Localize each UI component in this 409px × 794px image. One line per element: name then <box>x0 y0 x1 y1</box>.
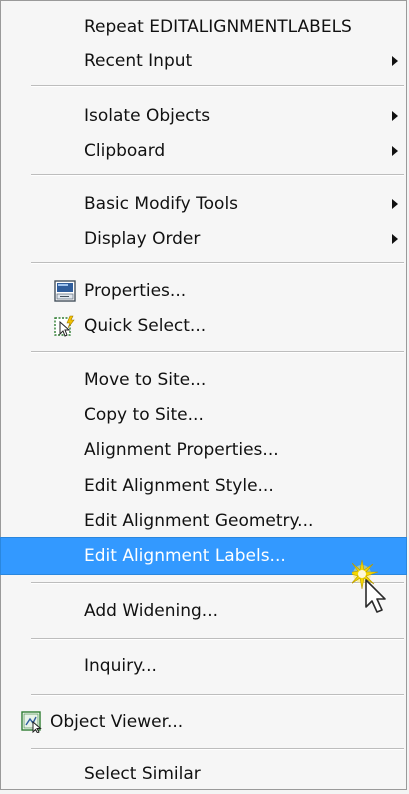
menu-item-label: Properties... <box>84 281 187 301</box>
menu-item-alignment-properties[interactable]: Alignment Properties... <box>1 430 406 470</box>
menu-item-inquiry[interactable]: Inquiry... <box>1 646 406 686</box>
menu-item-edit-alignment-labels[interactable]: Edit Alignment Labels... <box>0 537 407 575</box>
menu-item-label: Display Order <box>84 229 201 249</box>
quick-select-icon <box>54 315 76 337</box>
context-menu: Repeat EDITALIGNMENTLABELS Recent Input … <box>0 0 407 790</box>
menu-separator <box>31 262 404 264</box>
properties-icon <box>54 280 76 302</box>
menu-item-recent-input[interactable]: Recent Input <box>1 41 406 81</box>
object-viewer-icon <box>21 711 43 734</box>
menu-item-label: Edit Alignment Style... <box>84 476 274 496</box>
menu-separator <box>31 174 404 176</box>
menu-item-label: Edit Alignment Labels... <box>84 546 286 566</box>
menu-item-quick-select[interactable]: Quick Select... <box>1 306 406 346</box>
menu-item-label: Isolate Objects <box>84 106 211 126</box>
menu-item-label: Add Widening... <box>84 601 218 621</box>
menu-item-move-to-site[interactable]: Move to Site... <box>1 360 406 400</box>
menu-item-edit-alignment-geometry[interactable]: Edit Alignment Geometry... <box>1 501 406 541</box>
menu-item-label: Alignment Properties... <box>84 440 279 460</box>
menu-item-label: Basic Modify Tools <box>84 194 239 214</box>
menu-separator <box>31 85 404 87</box>
menu-item-label: Inquiry... <box>84 656 157 676</box>
menu-item-edit-alignment-style[interactable]: Edit Alignment Style... <box>1 466 406 506</box>
menu-item-label: Recent Input <box>84 51 193 71</box>
submenu-arrow-icon <box>392 56 398 66</box>
menu-item-isolate-objects[interactable]: Isolate Objects <box>1 96 406 136</box>
menu-item-label: Clipboard <box>84 141 166 161</box>
submenu-arrow-icon <box>392 111 398 121</box>
menu-separator <box>31 351 404 353</box>
menu-item-copy-to-site[interactable]: Copy to Site... <box>1 395 406 435</box>
menu-separator <box>31 582 404 584</box>
menu-separator <box>31 694 404 696</box>
menu-item-add-widening[interactable]: Add Widening... <box>1 591 406 631</box>
menu-item-label: Select Similar <box>84 764 201 784</box>
menu-item-display-order[interactable]: Display Order <box>1 219 406 259</box>
menu-item-select-similar[interactable]: Select Similar <box>1 754 406 794</box>
menu-item-label: Edit Alignment Geometry... <box>84 511 314 531</box>
submenu-arrow-icon <box>392 199 398 209</box>
menu-item-basic-modify-tools[interactable]: Basic Modify Tools <box>1 184 406 224</box>
menu-item-properties[interactable]: Properties... <box>1 271 406 311</box>
menu-item-object-viewer[interactable]: Object Viewer... <box>1 702 406 742</box>
menu-separator <box>31 748 404 750</box>
menu-item-label: Object Viewer... <box>50 712 184 732</box>
menu-item-label: Copy to Site... <box>84 405 204 425</box>
menu-item-clipboard[interactable]: Clipboard <box>1 131 406 171</box>
menu-item-label: Quick Select... <box>84 316 207 336</box>
submenu-arrow-icon <box>392 146 398 156</box>
submenu-arrow-icon <box>392 234 398 244</box>
menu-separator <box>31 638 404 640</box>
menu-item-label: Move to Site... <box>84 370 207 390</box>
